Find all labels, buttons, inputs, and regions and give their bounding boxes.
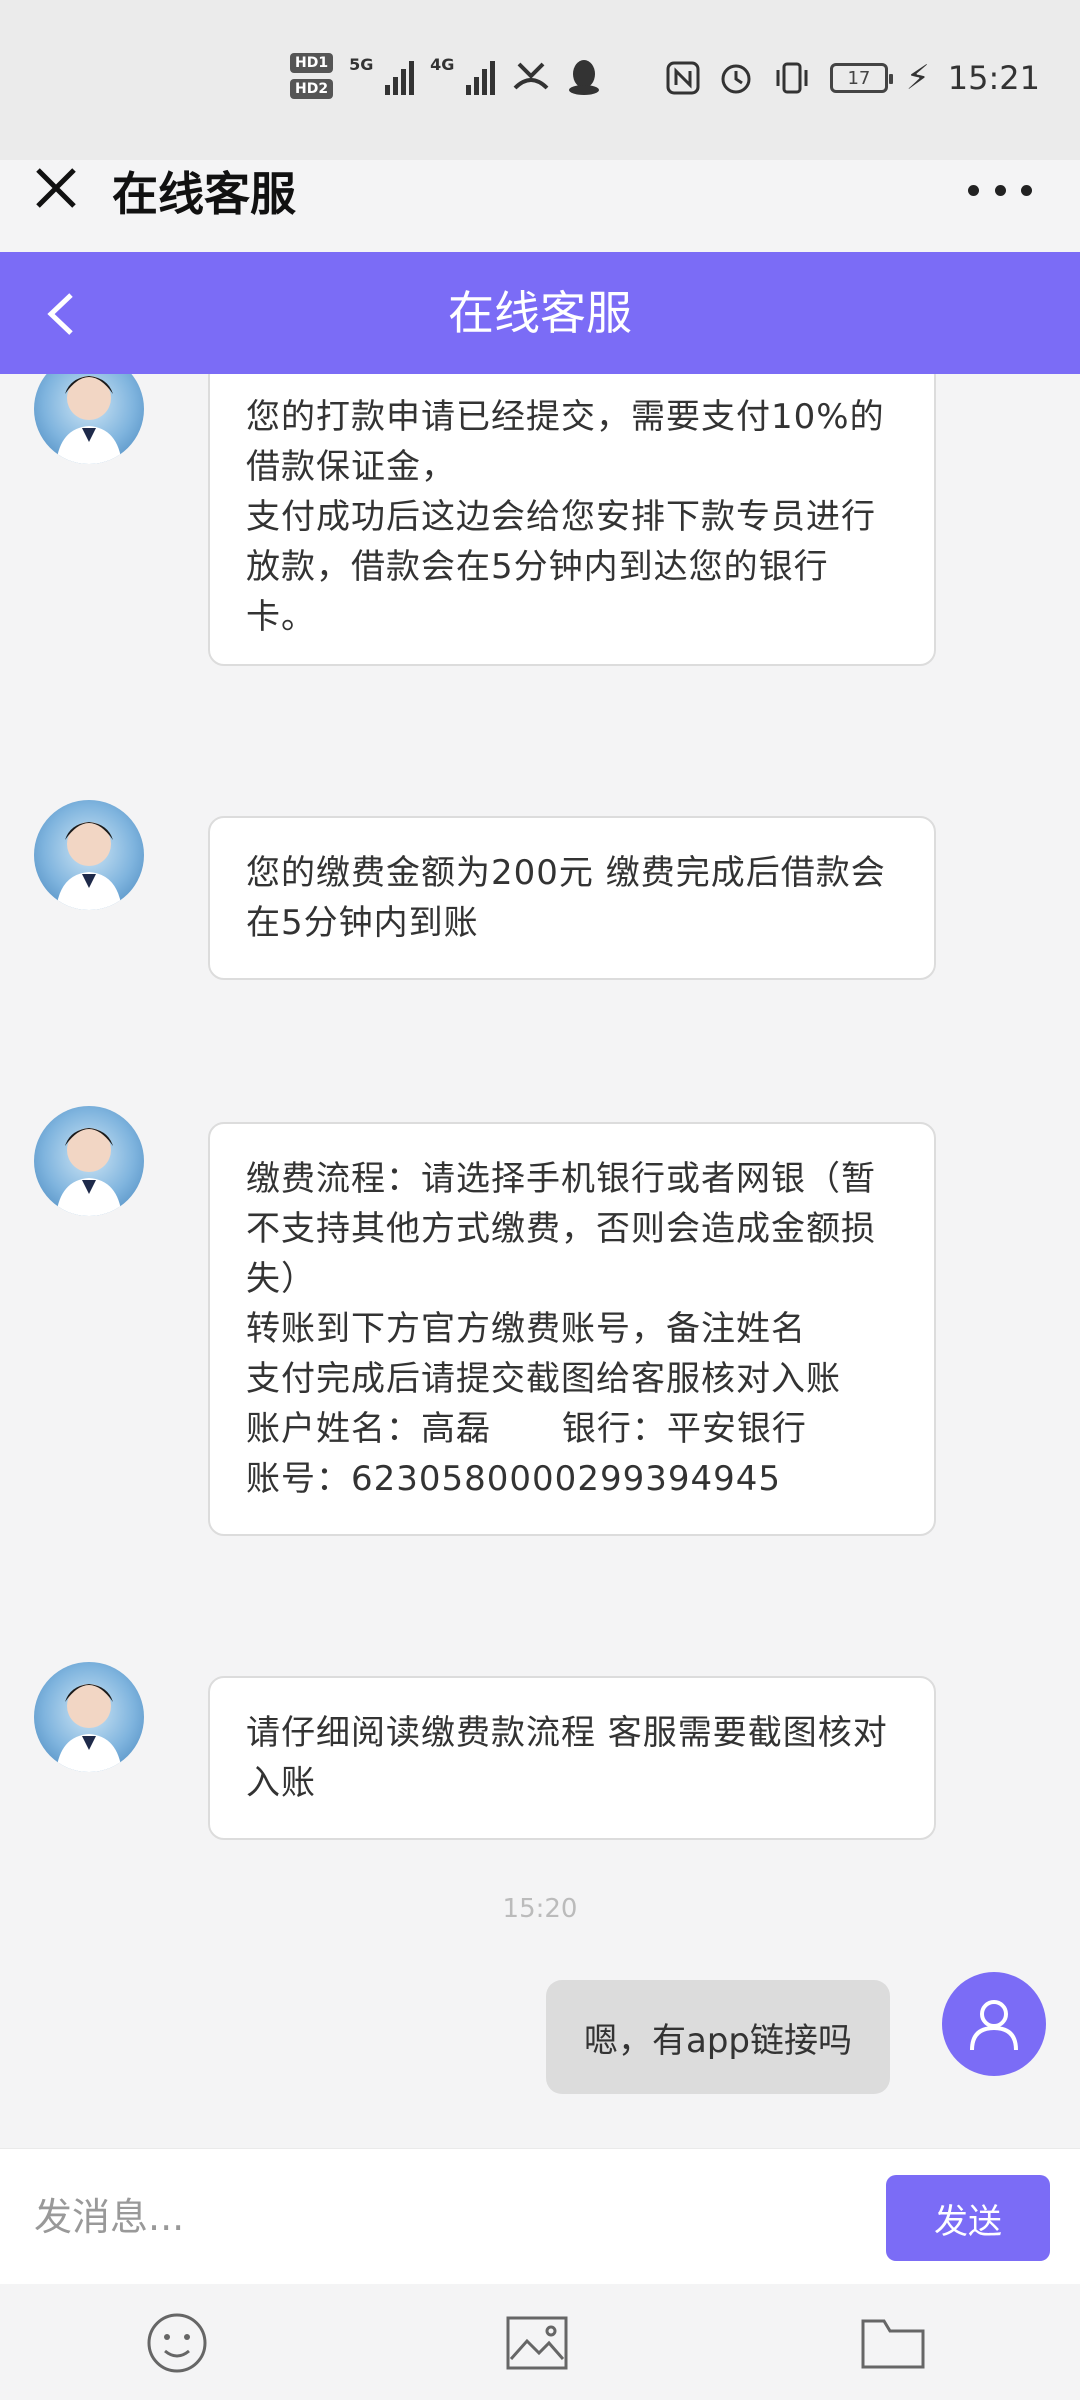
agent-message-bubble: 您的打款申请已经提交，需要支付10%的借款保证金， 支付成功后这边会给您安排下款… xyxy=(208,374,936,666)
folder-icon xyxy=(861,2319,925,2369)
user-message-bubble: 嗯，有app链接吗 xyxy=(546,1980,890,2094)
missed-call-icon xyxy=(513,62,549,90)
agent-avatar xyxy=(34,374,144,464)
clock: 15:21 xyxy=(947,59,1040,97)
message-timestamp: 15:20 xyxy=(502,1894,578,1924)
page-title: 在线客服 xyxy=(112,167,296,221)
image-icon xyxy=(506,2316,568,2370)
chat-title: 在线客服 xyxy=(448,286,632,340)
close-icon xyxy=(36,168,76,208)
agent-message-text: 缴费流程：请选择手机银行或者网银（暂不支持其他方式缴费，否则会造成金额损失） 转… xyxy=(246,1159,876,1499)
emoji-button[interactable] xyxy=(142,2308,212,2378)
battery-icon: 17 xyxy=(829,63,893,93)
agent-avatar xyxy=(34,1662,144,1772)
user-message-text: 嗯，有app链接吗 xyxy=(584,2020,852,2061)
more-options-button[interactable] xyxy=(968,170,1032,210)
agent-avatar xyxy=(34,1106,144,1216)
hd1-badge: HD1 xyxy=(290,53,334,73)
net1-label: 5G xyxy=(349,55,374,74)
hd2-badge: HD2 xyxy=(290,79,334,99)
status-bar: HD1 HD2 5G 4G 17 ⚡ 15:21 在线客服 xyxy=(0,0,1080,221)
agent-message-bubble: 请仔细阅读缴费款流程 客服需要截图核对入账 xyxy=(208,1676,936,1840)
vibrate-icon xyxy=(776,62,808,94)
close-button[interactable] xyxy=(28,160,84,216)
user-icon xyxy=(970,2000,1018,2051)
agent-message-text: 您的缴费金额为200元 缴费完成后借款会在5分钟内到账 xyxy=(246,853,886,943)
chat-header: 在线客服 xyxy=(0,252,1080,374)
attachment-toolbar xyxy=(0,2284,1080,2400)
signal-4g-icon: 4G xyxy=(430,55,496,95)
qq-icon xyxy=(569,60,600,95)
battery-level: 17 xyxy=(847,67,871,89)
agent-message-bubble: 您的缴费金额为200元 缴费完成后借款会在5分钟内到账 xyxy=(208,816,936,980)
send-button[interactable]: 发送 xyxy=(886,2175,1050,2261)
image-button[interactable] xyxy=(502,2308,572,2378)
folder-button[interactable] xyxy=(858,2308,928,2378)
agent-message-text: 请仔细阅读缴费款流程 客服需要截图核对入账 xyxy=(246,1713,888,1803)
agent-avatar xyxy=(34,800,144,910)
agent-message-bubble: 缴费流程：请选择手机银行或者网银（暂不支持其他方式缴费，否则会造成金额损失） 转… xyxy=(208,1122,936,1536)
charging-icon: ⚡ xyxy=(905,58,930,98)
message-input[interactable] xyxy=(34,2169,854,2265)
alarm-icon xyxy=(721,64,751,94)
signal-5g-icon: 5G xyxy=(349,55,415,95)
hd-indicator: HD1 HD2 xyxy=(290,53,334,99)
message-input-bar: 发送 xyxy=(0,2148,1080,2284)
nfc-icon xyxy=(666,61,700,95)
net2-label: 4G xyxy=(430,55,455,74)
message-list[interactable]: 您的打款申请已经提交，需要支付10%的借款保证金， 支付成功后这边会给您安排下款… xyxy=(0,374,1080,2148)
agent-message-text: 您的打款申请已经提交，需要支付10%的借款保证金， 支付成功后这边会给您安排下款… xyxy=(246,397,885,637)
user-avatar xyxy=(942,1972,1046,2076)
emoji-icon xyxy=(147,2313,207,2373)
